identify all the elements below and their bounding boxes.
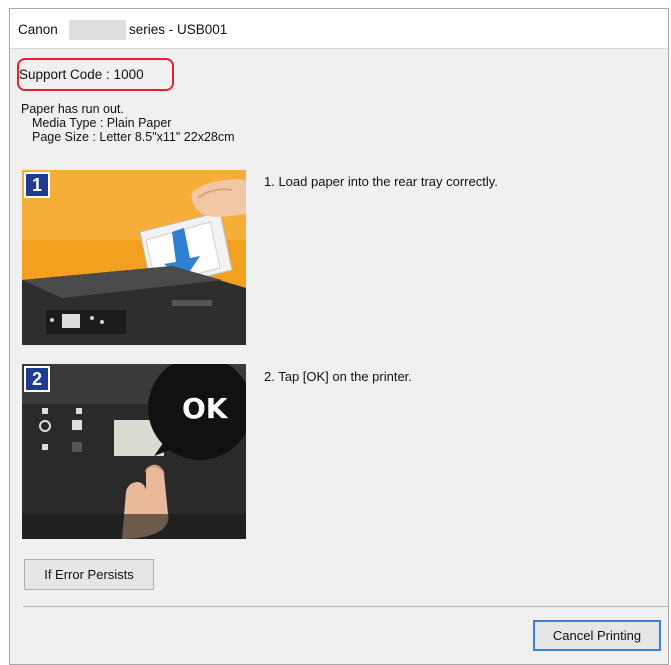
ok-callout-text: OK bbox=[182, 392, 228, 425]
support-code: Support Code : 1000 bbox=[19, 67, 144, 82]
step-2-illustration: OK 2 bbox=[22, 364, 246, 539]
divider bbox=[23, 606, 668, 607]
tap-ok-image bbox=[22, 364, 246, 539]
page-size-text: Page Size : Letter 8.5"x11" 22x28cm bbox=[32, 130, 235, 144]
redacted-model-name bbox=[69, 20, 126, 40]
window-title-suffix: series - USB001 bbox=[129, 22, 228, 37]
media-type-text: Media Type : Plain Paper bbox=[32, 116, 172, 130]
step-2-badge: 2 bbox=[24, 366, 50, 392]
step-1-text: 1. Load paper into the rear tray correct… bbox=[264, 174, 498, 189]
step-1-illustration: 1 bbox=[22, 170, 246, 345]
if-error-persists-button[interactable]: If Error Persists bbox=[24, 559, 154, 590]
printer-status-dialog: Canon series - USB001 Support Code : 100… bbox=[9, 8, 669, 665]
load-paper-image bbox=[22, 170, 246, 345]
error-message: Paper has run out. bbox=[21, 102, 124, 116]
window-title-prefix: Canon bbox=[18, 22, 58, 37]
step-2-text: 2. Tap [OK] on the printer. bbox=[264, 369, 412, 384]
cancel-printing-button[interactable]: Cancel Printing bbox=[533, 620, 661, 651]
title-bar: Canon series - USB001 bbox=[10, 9, 668, 49]
step-1-badge: 1 bbox=[24, 172, 50, 198]
